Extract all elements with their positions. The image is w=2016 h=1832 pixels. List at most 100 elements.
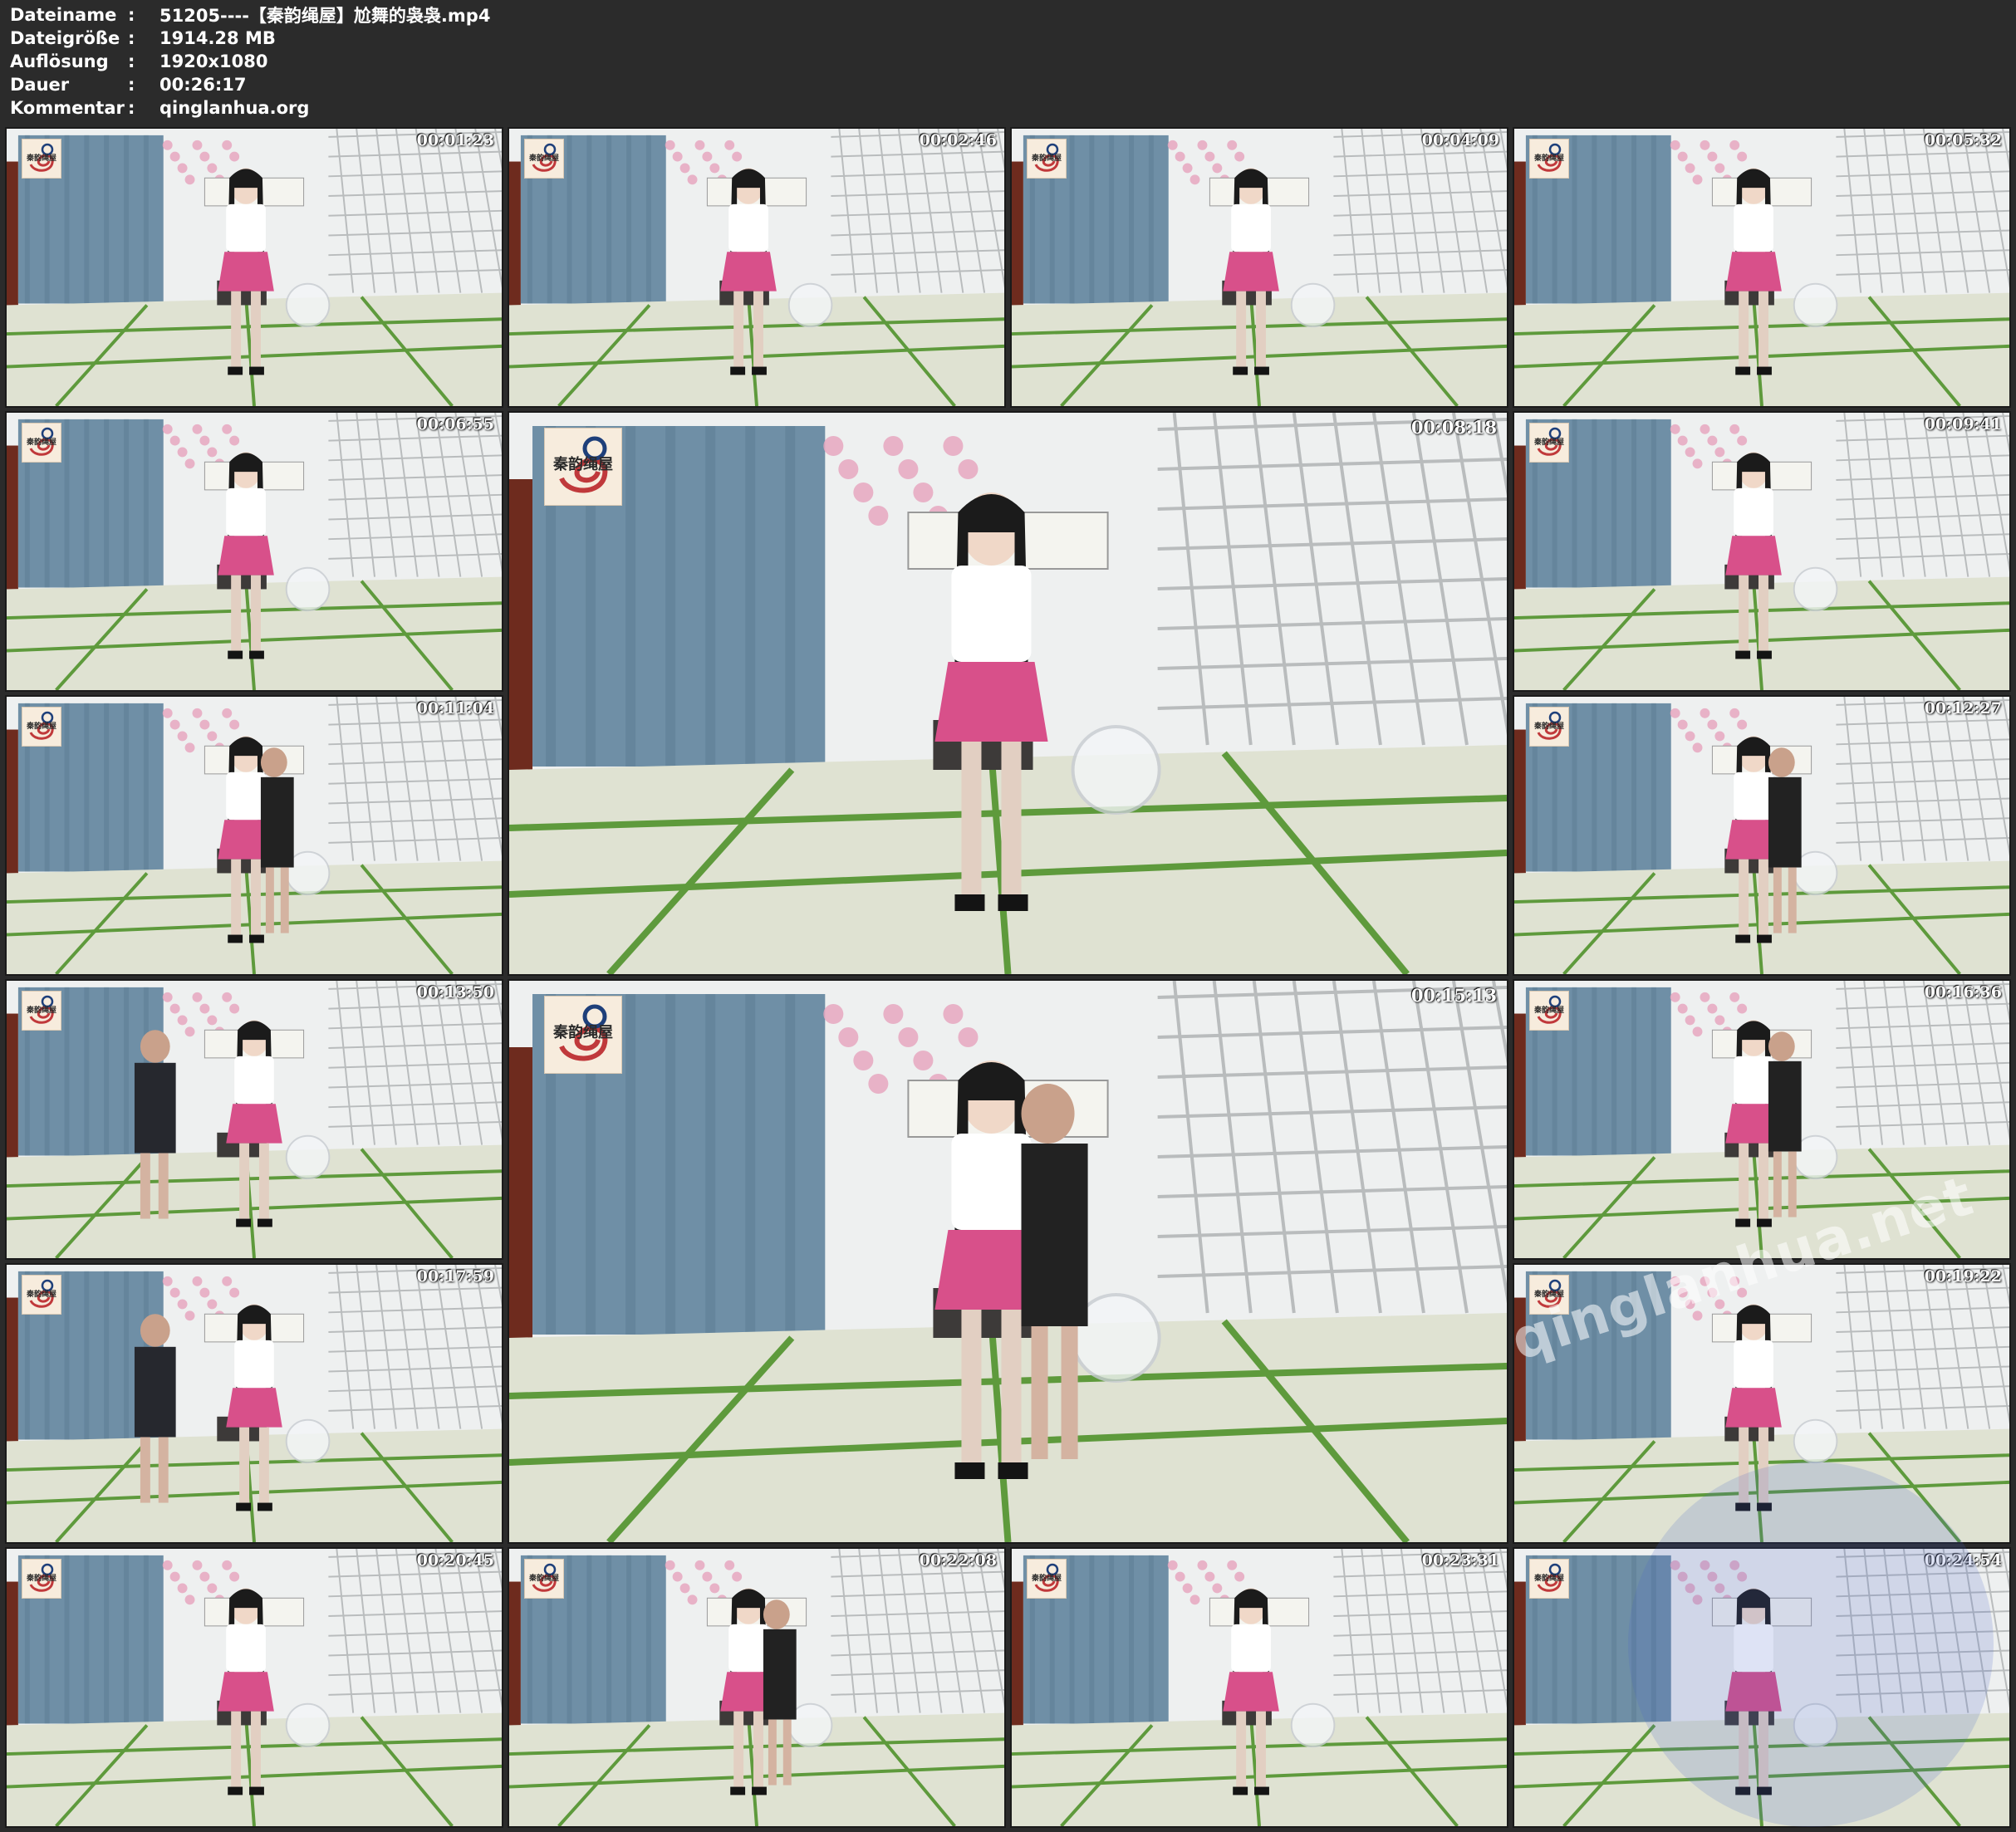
curtain-fold	[1592, 135, 1597, 304]
timestamp-label: 00:20:45	[416, 1551, 494, 1570]
timestamp-label: 00:12:27	[1924, 699, 2002, 718]
curtain-fold	[84, 1555, 90, 1724]
video-thumbnail[interactable]: 秦韵绳屋 00:19:22	[1513, 1263, 2011, 1544]
blossom	[1707, 719, 1718, 730]
curtain-fold	[1572, 135, 1577, 304]
curtain-fold	[64, 419, 70, 588]
blossom	[679, 1583, 690, 1594]
logo-text: 秦韵绳屋	[553, 456, 613, 474]
blossom	[1737, 151, 1748, 162]
video-thumbnail[interactable]: 秦韵绳屋 00:20:45	[5, 1547, 503, 1828]
channel-logo: 秦韵绳屋	[524, 139, 564, 179]
blossom	[1737, 1003, 1748, 1014]
logo-text: 秦韵绳屋	[1533, 1290, 1564, 1299]
person-shoe	[752, 366, 767, 375]
curtain-fold	[143, 1555, 149, 1724]
person-leg	[1739, 575, 1749, 654]
meta-separator: :	[128, 5, 135, 25]
curtain-fold	[1572, 703, 1577, 872]
blossom	[1685, 1015, 1695, 1026]
video-thumbnail[interactable]: 秦韵绳屋 00:05:32	[1513, 127, 2011, 408]
video-thumbnail[interactable]: 秦韵绳屋 00:02:46	[508, 127, 1006, 408]
curtain-fold	[1109, 1555, 1115, 1724]
person-leg	[1758, 1143, 1768, 1222]
video-thumbnail[interactable]: 秦韵绳屋 00:22:08	[508, 1547, 1006, 1828]
curtain-fold	[124, 135, 130, 304]
blossom	[732, 1571, 743, 1582]
video-thumbnail[interactable]: 秦韵绳屋 00:09:41	[1513, 411, 2011, 692]
door-frame	[1514, 729, 1526, 874]
blossom	[1685, 1299, 1695, 1310]
video-thumbnail[interactable]: 秦韵绳屋 00:16:36	[1513, 979, 2011, 1260]
video-thumbnail[interactable]: 秦韵绳屋 00:15:13	[508, 979, 1508, 1544]
blossom	[823, 1004, 844, 1024]
blossom	[1729, 140, 1740, 150]
person-skirt	[226, 1104, 282, 1144]
second-person-body	[260, 776, 294, 868]
blossom	[724, 1560, 735, 1570]
video-thumbnail[interactable]: 秦韵绳屋 00:04:09	[1010, 127, 1508, 408]
person-leg	[231, 291, 242, 370]
video-thumbnail[interactable]: 秦韵绳屋 00:01:23	[5, 127, 503, 408]
video-thumbnail[interactable]: 秦韵绳屋 00:11:04	[5, 695, 503, 976]
blossom	[1729, 1276, 1740, 1286]
video-frame-scene	[1514, 981, 2009, 1258]
door-frame	[1514, 1013, 1526, 1158]
logo-text: 秦韵绳屋	[26, 1290, 56, 1299]
curtain-fold	[124, 987, 130, 1156]
video-thumbnail[interactable]: 秦韵绳屋 00:06:55	[5, 411, 503, 692]
meta-separator: :	[128, 51, 135, 71]
curtain-fold	[625, 994, 636, 1335]
curtain-fold	[84, 987, 90, 1156]
curtain-fold	[705, 426, 716, 767]
person-leg	[1256, 1711, 1266, 1790]
blossom	[229, 1003, 240, 1014]
person-skirt	[720, 252, 777, 291]
curtain-fold	[1651, 1271, 1656, 1440]
video-thumbnail[interactable]: 秦韵绳屋 00:23:31	[1010, 1547, 1508, 1828]
video-thumbnail[interactable]: 秦韵绳屋 00:13:50	[5, 979, 503, 1260]
blossom	[1700, 708, 1710, 718]
blossom	[1197, 1560, 1208, 1570]
person-shirt	[1231, 1624, 1271, 1673]
door-frame	[1514, 1297, 1526, 1442]
clear-balloon	[285, 282, 331, 328]
person-leg	[1758, 291, 1768, 370]
blossom	[1670, 1560, 1680, 1570]
blossom	[184, 174, 195, 185]
curtain-fold	[1592, 1271, 1597, 1440]
second-person-leg	[1773, 1151, 1782, 1217]
video-thumbnail[interactable]: 秦韵绳屋 00:08:18	[508, 411, 1508, 976]
blossom	[207, 447, 218, 458]
door-frame	[509, 1047, 533, 1338]
door-frame	[7, 445, 18, 590]
channel-logo: 秦韵绳屋	[1529, 139, 1569, 179]
curtain-fold	[104, 1555, 110, 1724]
curtain-fold	[1572, 1555, 1577, 1724]
video-thumbnail[interactable]: 秦韵绳屋 00:24:54	[1513, 1547, 2011, 1828]
video-thumbnail[interactable]: 秦韵绳屋 00:12:27	[1513, 695, 2011, 976]
person-leg	[251, 1711, 261, 1790]
door-frame	[509, 1581, 521, 1726]
blossom	[672, 151, 683, 162]
channel-logo: 秦韵绳屋	[544, 428, 622, 506]
video-thumbnail[interactable]: 秦韵绳屋 00:17:59	[5, 1263, 503, 1544]
clear-balloon	[1793, 1418, 1838, 1464]
curtain-fold	[84, 703, 90, 872]
blossom	[222, 1560, 233, 1570]
blossom	[694, 1560, 705, 1570]
person-shirt	[1734, 203, 1773, 252]
blossom	[1677, 435, 1688, 446]
blossom	[1677, 719, 1688, 730]
blossom	[222, 708, 233, 718]
curtain-fold	[84, 419, 90, 588]
blossom	[192, 140, 203, 150]
video-frame-scene	[7, 697, 502, 974]
meta-label: Dauer	[10, 75, 70, 95]
blossom	[1670, 1276, 1680, 1286]
blossom	[1700, 140, 1710, 150]
blossom	[838, 459, 859, 479]
second-person-body	[1768, 776, 1802, 868]
blossom	[184, 458, 195, 469]
second-person-head	[1768, 747, 1795, 777]
